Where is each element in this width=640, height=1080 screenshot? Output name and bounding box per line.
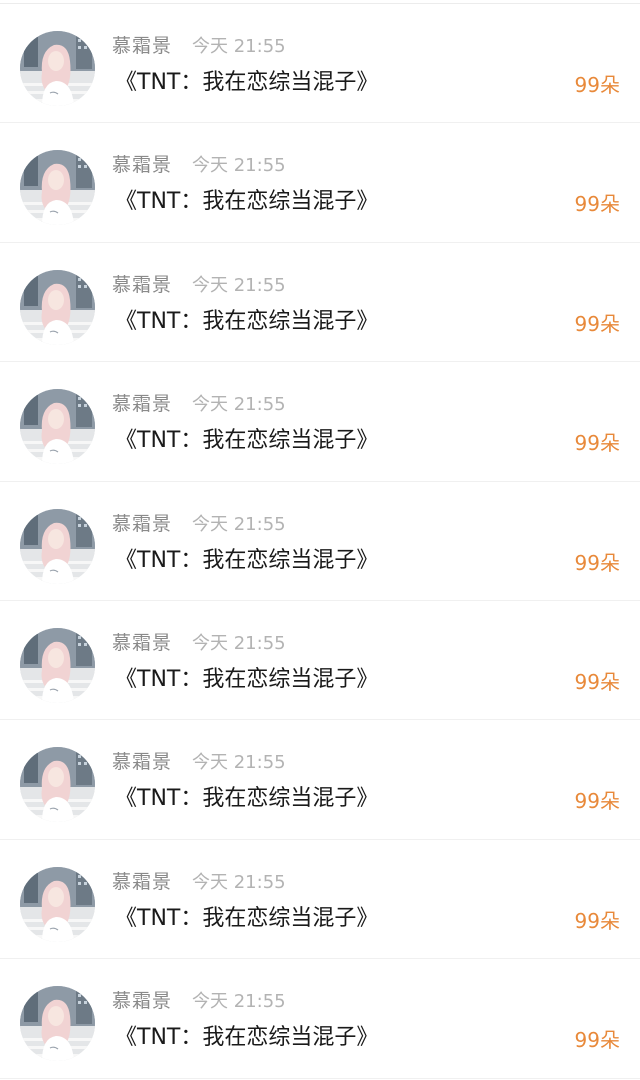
timestamp: 今天 21:55 <box>192 513 286 535</box>
list-item[interactable]: 慕霜景 今天 21:55 《TNT：我在恋综当混子》 99朵 <box>0 601 640 721</box>
gift-title: 《TNT：我在恋综当混子》 <box>115 666 379 692</box>
list-item[interactable]: 慕霜景 今天 21:55 《TNT：我在恋综当混子》 99朵 <box>0 720 640 840</box>
gift-title: 《TNT：我在恋综当混子》 <box>115 70 379 95</box>
gift-count: 99朵 <box>574 192 620 217</box>
list-item[interactable]: 慕霜景 今天 21:55 《TNT：我在恋综当混子》 99朵 <box>0 243 640 363</box>
list-item[interactable]: 慕霜景 今天 21:55 《TNT：我在恋综当混子》 99朵 <box>0 362 640 482</box>
user-name[interactable]: 慕霜景 <box>112 392 172 416</box>
timestamp: 今天 21:55 <box>192 274 286 296</box>
gift-title: 《TNT：我在恋综当混子》 <box>115 428 379 454</box>
gift-title: 《TNT：我在恋综当混子》 <box>115 308 379 334</box>
list-item[interactable]: 慕霜景 今天 21:55 《TNT：我在恋综当混子》 99朵 <box>0 4 640 124</box>
avatar[interactable] <box>20 627 95 703</box>
gift-count: 99朵 <box>574 669 620 694</box>
avatar[interactable] <box>20 269 95 345</box>
list-item[interactable]: 慕霜景 今天 21:55 《TNT：我在恋综当混子》 99朵 <box>0 482 640 601</box>
user-name[interactable]: 慕霜景 <box>112 512 172 536</box>
gift-count: 99朵 <box>574 550 620 575</box>
user-name[interactable]: 慕霜景 <box>112 153 172 177</box>
gift-title: 《TNT：我在恋综当混子》 <box>115 547 379 573</box>
avatar[interactable] <box>20 747 95 823</box>
timestamp: 今天 21:55 <box>192 871 286 893</box>
avatar[interactable] <box>20 150 95 226</box>
list-item[interactable]: 慕霜景 今天 21:55 《TNT：我在恋综当混子》 99朵 <box>0 123 640 243</box>
user-name[interactable]: 慕霜景 <box>112 750 172 774</box>
divider <box>0 1077 640 1079</box>
timestamp: 今天 21:55 <box>192 155 286 177</box>
user-name[interactable]: 慕霜景 <box>112 989 172 1013</box>
user-name[interactable]: 慕霜景 <box>112 870 172 894</box>
avatar[interactable] <box>20 389 95 465</box>
gift-title: 《TNT：我在恋综当混子》 <box>115 1025 379 1051</box>
timestamp: 今天 21:55 <box>192 991 286 1013</box>
timestamp: 今天 21:55 <box>192 36 286 57</box>
gift-title: 《TNT：我在恋综当混子》 <box>115 905 379 931</box>
user-name[interactable]: 慕霜景 <box>112 273 172 297</box>
timestamp: 今天 21:55 <box>192 632 286 654</box>
gift-count: 99朵 <box>574 789 620 814</box>
timestamp: 今天 21:55 <box>192 752 286 774</box>
avatar[interactable] <box>20 986 95 1062</box>
gift-count: 99朵 <box>574 311 620 336</box>
list-item[interactable]: 慕霜景 今天 21:55 《TNT：我在恋综当混子》 99朵 <box>0 840 640 960</box>
gift-count: 99朵 <box>574 73 620 97</box>
gift-count: 99朵 <box>574 1028 620 1053</box>
avatar[interactable] <box>20 31 95 106</box>
gift-title: 《TNT：我在恋综当混子》 <box>115 786 379 812</box>
user-name[interactable]: 慕霜景 <box>112 34 172 58</box>
gift-count: 99朵 <box>574 908 620 933</box>
avatar[interactable] <box>20 508 95 584</box>
user-name[interactable]: 慕霜景 <box>112 631 172 655</box>
timestamp: 今天 21:55 <box>192 394 286 416</box>
list-item[interactable]: 慕霜景 今天 21:55 《TNT：我在恋综当混子》 99朵 <box>0 959 640 1079</box>
gift-count: 99朵 <box>574 431 620 456</box>
gift-title: 《TNT：我在恋综当混子》 <box>115 189 379 215</box>
gift-feed-list: 慕霜景 今天 21:55 《TNT：我在恋综当混子》 99朵 慕霜景 今天 21… <box>0 4 640 1079</box>
avatar[interactable] <box>20 866 95 942</box>
